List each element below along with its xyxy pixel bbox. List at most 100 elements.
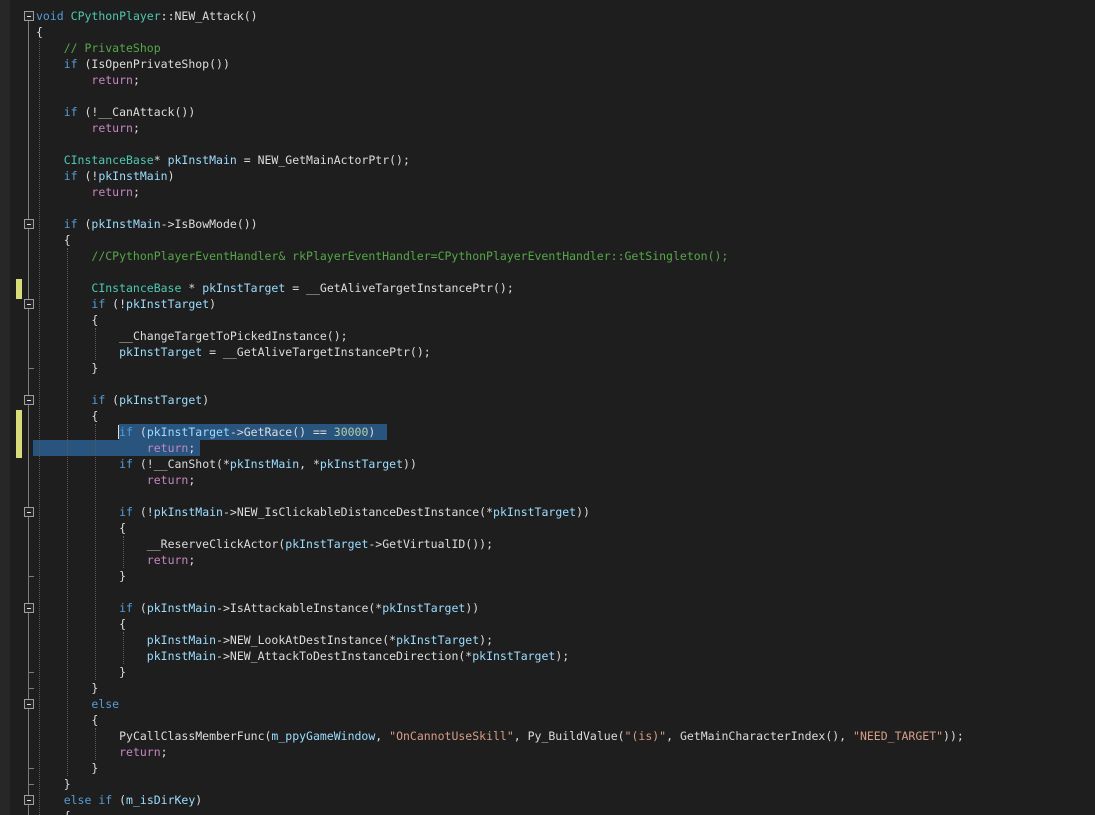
token-var: pkInstMain — [154, 505, 223, 519]
indicator-margin — [0, 0, 10, 815]
token-pl: ) — [202, 393, 209, 407]
token-pl: ->GetRace() == — [230, 425, 334, 439]
token-var: pkInstMain — [147, 601, 216, 615]
code-line[interactable]: if (!__CanShot(*pkInstMain, *pkInstTarge… — [36, 456, 417, 472]
code-line[interactable]: if (pkInstMain->IsAttackableInstance(*pk… — [36, 600, 479, 616]
fold-collapse-button[interactable] — [24, 795, 34, 805]
fold-collapse-button[interactable] — [24, 699, 34, 709]
token-pl: * — [181, 281, 202, 295]
code-line[interactable]: __ReserveClickActor(pkInstTarget->GetVir… — [36, 536, 493, 552]
token-pl: , * — [299, 457, 320, 471]
code-line[interactable]: if (!pkInstMain->NEW_IsClickableDistance… — [36, 504, 590, 520]
token-kw: void — [36, 9, 64, 23]
token-pl — [64, 9, 71, 23]
code-line[interactable]: // PrivateShop — [36, 40, 161, 56]
fold-collapse-button[interactable] — [24, 507, 34, 517]
fold-scope-end-tick — [28, 576, 34, 577]
code-line[interactable]: } — [36, 360, 98, 376]
code-line[interactable]: if (!__CanAttack()) — [36, 104, 195, 120]
token-str: "NEED_TARGET" — [853, 729, 943, 743]
code-line[interactable]: CInstanceBase * pkInstTarget = __GetAliv… — [36, 280, 514, 296]
token-pl: = __GetAliveTargetInstancePtr(); — [202, 345, 430, 359]
token-pl: ( — [133, 425, 147, 439]
code-line[interactable]: return; — [36, 472, 195, 488]
code-line[interactable]: void CPythonPlayer::NEW_Attack() — [36, 8, 258, 24]
code-line[interactable]: } — [36, 568, 126, 584]
token-pl: )) — [576, 505, 590, 519]
code-line[interactable]: { — [36, 408, 98, 424]
minus-icon — [27, 224, 31, 225]
code-line[interactable]: { — [36, 520, 126, 536]
token-pl: ) — [368, 425, 375, 439]
code-line[interactable]: if (!pkInstMain) — [36, 168, 175, 184]
code-line[interactable]: __ChangeTargetToPickedInstance(); — [36, 328, 348, 344]
token-ctl: return — [91, 185, 133, 199]
code-line[interactable]: } — [36, 664, 126, 680]
code-line[interactable]: pkInstMain->NEW_AttackToDestInstanceDire… — [36, 648, 569, 664]
fold-collapse-button[interactable] — [24, 219, 34, 229]
code-line[interactable]: CInstanceBase* pkInstMain = NEW_GetMainA… — [36, 152, 410, 168]
code-line[interactable]: { — [36, 712, 98, 728]
code-line[interactable]: return; — [36, 184, 140, 200]
code-line[interactable]: else if (m_isDirKey) — [36, 792, 202, 808]
token-pl: (IsOpenPrivateShop()) — [78, 57, 230, 71]
fold-collapse-button[interactable] — [24, 395, 34, 405]
code-line[interactable]: PyCallClassMemberFunc(m_ppyGameWindow, "… — [36, 728, 964, 744]
token-var: pkInstTarget — [147, 425, 230, 439]
fold-scope-end-tick — [28, 688, 34, 689]
token-pl: (!__CanAttack()) — [78, 105, 196, 119]
token-pl: ) — [168, 169, 175, 183]
token-kw: if — [91, 393, 105, 407]
code-line[interactable]: pkInstMain->NEW_LookAtDestInstance(*pkIn… — [36, 632, 493, 648]
code-line[interactable]: { — [36, 24, 43, 40]
token-var: pkInstMain — [147, 649, 216, 663]
token-pl: } — [91, 681, 98, 695]
token-pl: } — [119, 665, 126, 679]
token-num: 30000 — [334, 425, 369, 439]
token-pl: (! — [133, 505, 154, 519]
code-line[interactable]: { — [36, 312, 98, 328]
token-str: "OnCannotUseSkill" — [389, 729, 514, 743]
token-pl: (!__CanShot(* — [133, 457, 230, 471]
code-line[interactable]: else — [36, 696, 119, 712]
code-line[interactable]: { — [36, 232, 71, 248]
code-editor[interactable]: void CPythonPlayer::NEW_Attack(){// Priv… — [0, 0, 1095, 815]
code-line[interactable]: if (pkInstTarget->GetRace() == 30000) — [36, 424, 375, 440]
code-line[interactable]: if (!pkInstTarget) — [36, 296, 216, 312]
token-ctl: return — [147, 553, 189, 567]
minus-icon — [27, 400, 31, 401]
token-pl: ); — [555, 649, 569, 663]
token-pl: ( — [78, 217, 92, 231]
token-var: pkInstMain — [98, 169, 167, 183]
code-line[interactable]: } — [36, 680, 98, 696]
code-line[interactable]: //CPythonPlayerEventHandler& rkPlayerEve… — [36, 248, 728, 264]
code-line[interactable]: if (pkInstMain->IsBowMode()) — [36, 216, 258, 232]
code-line[interactable]: if (IsOpenPrivateShop()) — [36, 56, 230, 72]
token-var: pkInstMain — [230, 457, 299, 471]
token-cmt: // PrivateShop — [64, 41, 161, 55]
fold-collapse-button[interactable] — [24, 603, 34, 613]
token-pl: ->NEW_IsClickableDistanceDestInstance(* — [223, 505, 493, 519]
code-line[interactable]: { — [36, 616, 126, 632]
code-line[interactable]: } — [36, 760, 98, 776]
code-line[interactable]: return; — [36, 72, 140, 88]
code-line[interactable]: if (pkInstTarget) — [36, 392, 209, 408]
code-line[interactable]: } — [36, 776, 71, 792]
token-pl: ( — [112, 793, 126, 807]
fold-collapse-button[interactable] — [24, 299, 34, 309]
code-line[interactable]: pkInstTarget = __GetAliveTargetInstanceP… — [36, 344, 431, 360]
token-pl: ->IsAttackableInstance(* — [216, 601, 382, 615]
code-line[interactable]: return; — [36, 552, 195, 568]
token-var: pkInstMain — [147, 633, 216, 647]
token-ctl: return — [91, 121, 133, 135]
token-kw: if — [119, 425, 133, 439]
code-line[interactable]: return; — [36, 440, 195, 456]
token-var: pkInstTarget — [382, 601, 465, 615]
fold-scope-end-tick — [28, 768, 34, 769]
code-line[interactable]: { — [36, 808, 71, 815]
code-line[interactable]: return; — [36, 744, 168, 760]
code-line[interactable]: return; — [36, 120, 140, 136]
token-pl: ( — [105, 393, 119, 407]
fold-collapse-button[interactable] — [24, 11, 34, 21]
token-var: pkInstMain — [91, 217, 160, 231]
